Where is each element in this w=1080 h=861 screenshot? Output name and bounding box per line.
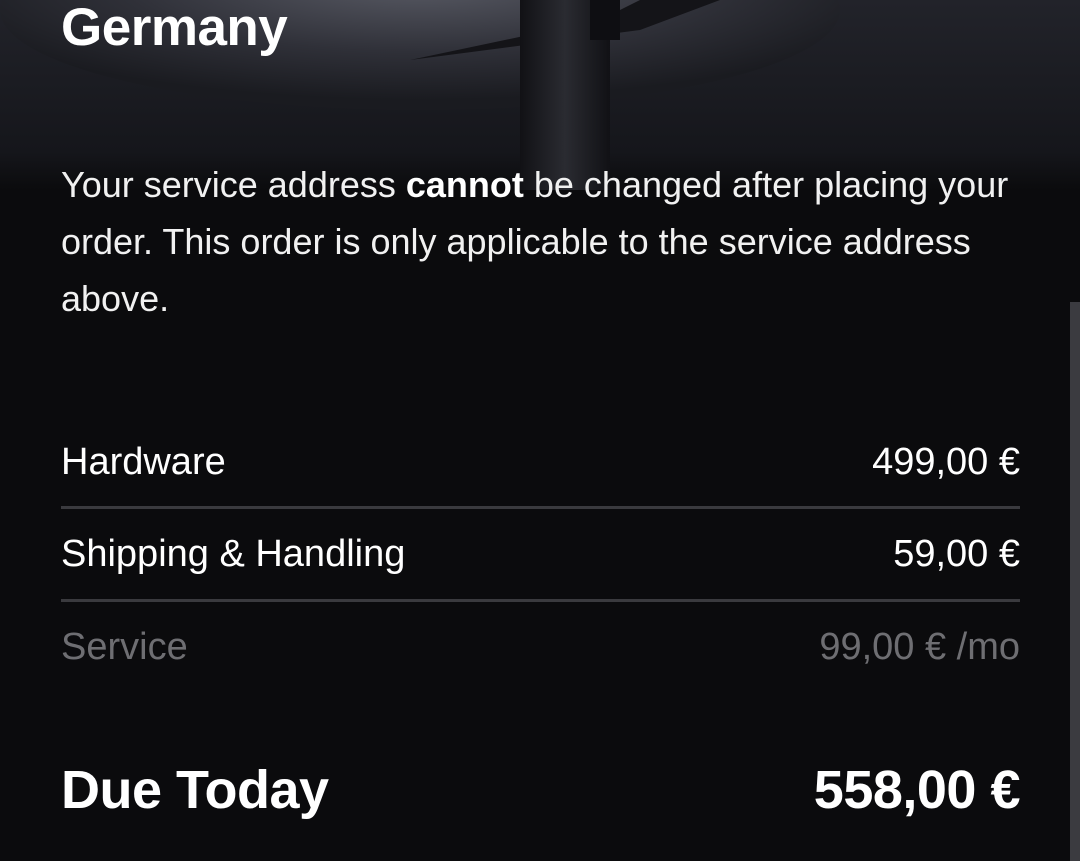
line-item-label: Shipping & Handling xyxy=(61,532,406,575)
line-item-shipping: Shipping & Handling 59,00 € xyxy=(61,529,1020,579)
total-label: Due Today xyxy=(61,760,329,820)
total-amount: 558,00 € xyxy=(813,760,1021,820)
divider xyxy=(61,506,1020,509)
line-item-hardware: Hardware 499,00 € xyxy=(61,437,1020,487)
line-item-price: 499,00 € xyxy=(872,440,1020,483)
notice-emphasis: cannot xyxy=(405,164,524,205)
total-due-today: Due Today 558,00 € xyxy=(61,755,1021,825)
line-item-label: Service xyxy=(61,625,188,668)
line-item-price: 99,00 € /mo xyxy=(819,625,1020,668)
address-notice: Your service address cannot be changed a… xyxy=(61,156,1021,327)
notice-text-start: Your service address xyxy=(61,164,406,205)
scrollbar[interactable] xyxy=(1070,302,1080,861)
line-item-price: 59,00 € xyxy=(893,532,1020,575)
line-item-label: Hardware xyxy=(61,440,226,483)
divider xyxy=(61,599,1020,602)
order-summary-page: Germany Your service address cannot be c… xyxy=(0,0,1080,861)
line-item-service: Service 99,00 € /mo xyxy=(61,622,1020,672)
service-country: Germany xyxy=(61,0,288,57)
